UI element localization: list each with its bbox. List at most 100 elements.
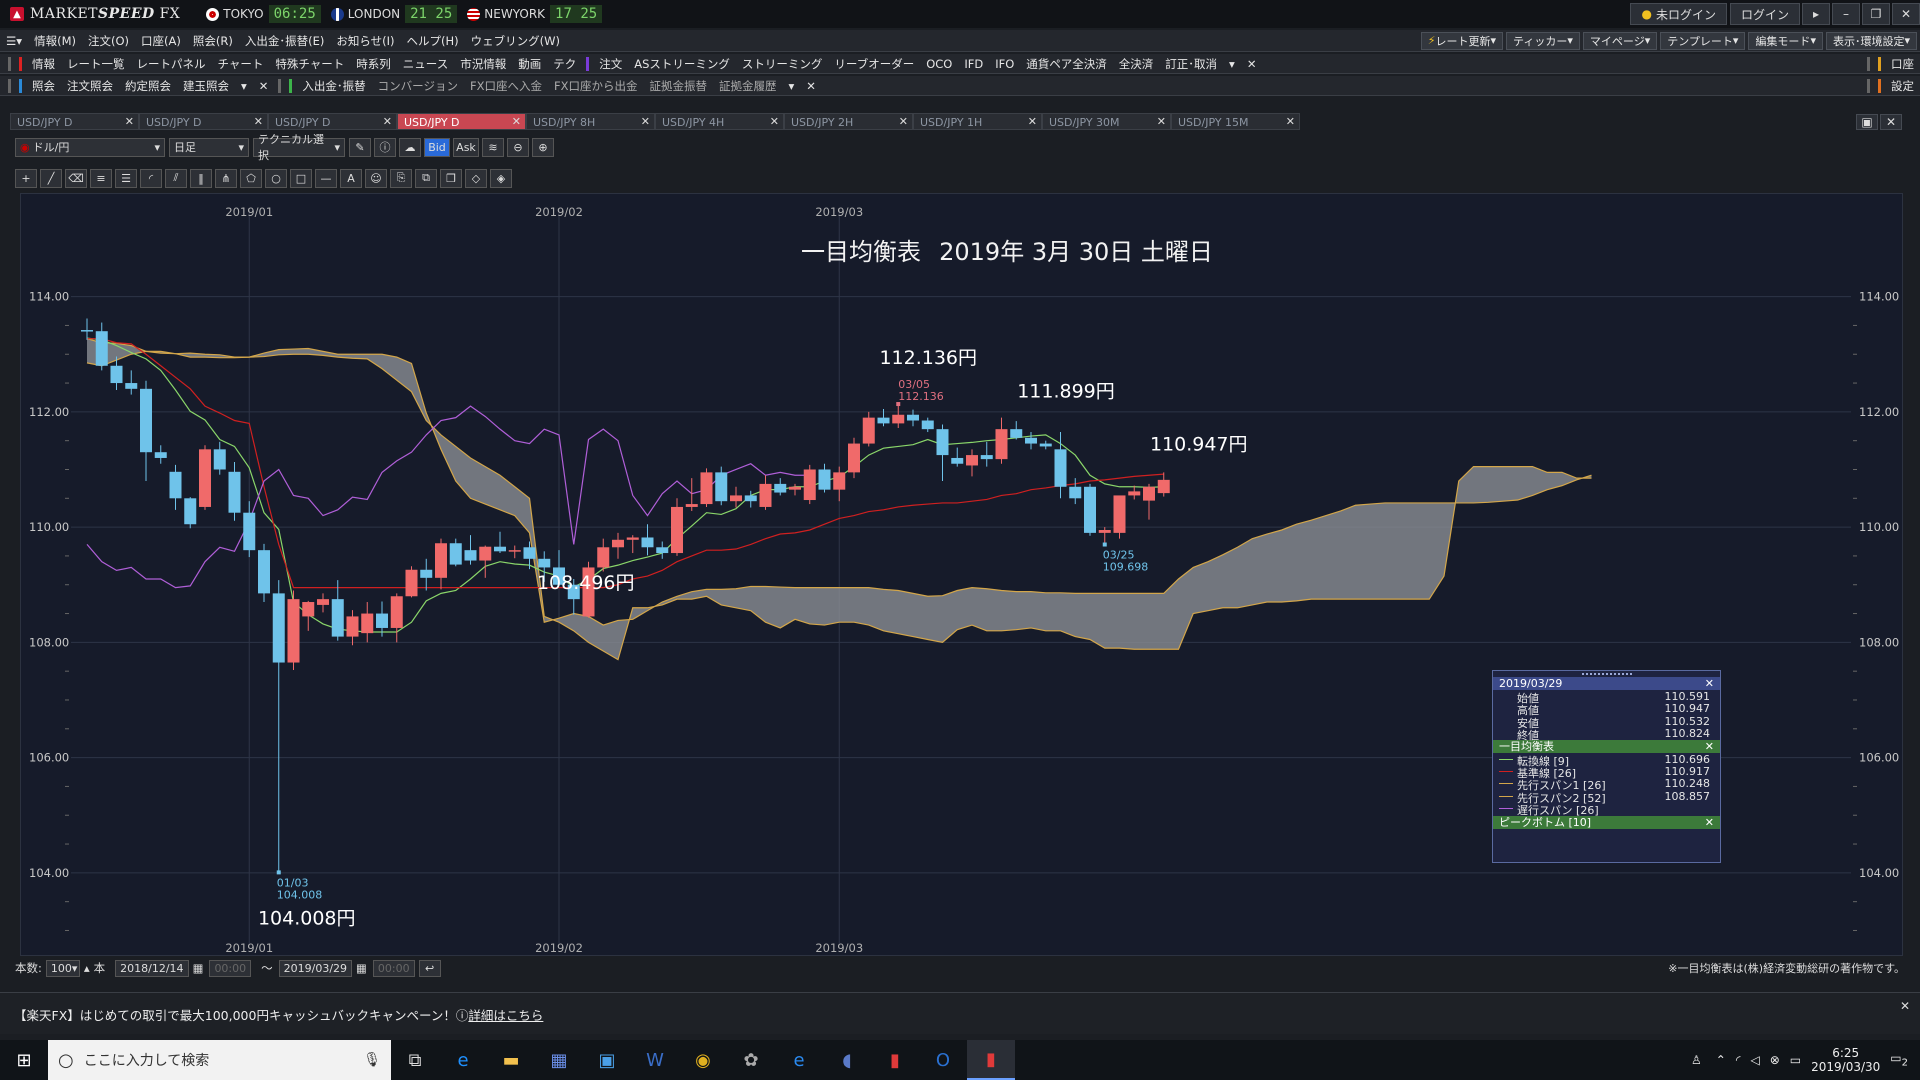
close-icon[interactable]: ✕ bbox=[512, 115, 521, 128]
to-date-field[interactable]: 2019/03/29 bbox=[278, 959, 353, 977]
copy-icon[interactable]: ⎘ bbox=[390, 168, 412, 188]
menu-deposit[interactable]: 入出金･振替(E) bbox=[239, 33, 331, 49]
expand-icon[interactable]: ▸ bbox=[1802, 3, 1830, 25]
chrome-icon[interactable]: ◉ bbox=[679, 1040, 727, 1080]
crosshair-icon[interactable]: + bbox=[15, 168, 37, 188]
restore-button[interactable]: ❐ bbox=[1862, 3, 1890, 25]
close-icon[interactable]: ✕ bbox=[1286, 115, 1295, 128]
toolbar-execution-inquiry[interactable]: 約定照会 bbox=[119, 78, 177, 94]
menu-news[interactable]: お知らせ(I) bbox=[330, 33, 400, 49]
toolbar-technical[interactable]: テク bbox=[547, 56, 582, 72]
delete-drawing-icon[interactable]: ◇ bbox=[465, 168, 487, 188]
rectangle-icon[interactable]: □ bbox=[290, 168, 312, 188]
close-icon[interactable]: ✕ bbox=[1900, 999, 1910, 1013]
toolbar-ifo[interactable]: IFO bbox=[989, 57, 1020, 71]
close-icon[interactable]: ✕ bbox=[254, 115, 263, 128]
menu-toggle-icon[interactable]: ☰▾ bbox=[0, 34, 28, 48]
from-date-field[interactable]: 2018/12/14 bbox=[115, 959, 189, 977]
toolbar-all-settle[interactable]: 全決済 bbox=[1113, 56, 1160, 72]
technical-select[interactable]: テクニカル選択 ▾ bbox=[253, 133, 345, 162]
tab-usdjpy-1h[interactable]: USD/JPY 1H ✕ bbox=[913, 113, 1042, 130]
menu-inquiry[interactable]: 照会(R) bbox=[187, 33, 239, 49]
count-select[interactable]: 100 ▾ bbox=[45, 959, 80, 977]
horizontal-lines-icon[interactable]: ≡ bbox=[90, 168, 112, 188]
duplicate-icon[interactable]: ❒ bbox=[440, 168, 462, 188]
tab-usdjpy-30m[interactable]: USD/JPY 30M ✕ bbox=[1042, 113, 1171, 130]
rate-update-button[interactable]: ⚡ レート更新 ▾ bbox=[1420, 31, 1504, 50]
toolbar-fx-deposit[interactable]: FX口座へ入金 bbox=[464, 78, 548, 94]
close-icon[interactable]: ✕ bbox=[1705, 677, 1714, 690]
close-icon[interactable]: ✕ bbox=[770, 115, 779, 128]
toolbar-conversion[interactable]: コンバージョン bbox=[372, 78, 464, 94]
close-icon[interactable]: ✕ bbox=[125, 115, 134, 128]
pen-icon[interactable]: ✎ bbox=[349, 137, 371, 157]
toolbar-close-icon[interactable]: ✕ bbox=[253, 79, 275, 93]
count-up-icon[interactable]: ▴ bbox=[84, 961, 90, 975]
menu-order[interactable]: 注文(O) bbox=[82, 33, 135, 49]
toolbar-fx-withdraw[interactable]: FX口座から出金 bbox=[548, 78, 644, 94]
zoom-in-icon[interactable]: ⊕ bbox=[532, 137, 554, 157]
template-button[interactable]: テンプレート ▾ bbox=[1660, 31, 1746, 50]
close-icon[interactable]: ✕ bbox=[1705, 816, 1714, 829]
fan-lines-icon[interactable]: ⫽ bbox=[165, 168, 187, 188]
calendar-icon[interactable]: ▦ bbox=[193, 961, 204, 975]
keyboard-icon[interactable]: ▭ bbox=[1790, 1053, 1801, 1067]
tab-usdjpy-d-active[interactable]: USD/JPY D ✕ bbox=[397, 113, 526, 130]
circle-icon[interactable]: ○ bbox=[265, 168, 287, 188]
toolbar-chart[interactable]: チャート bbox=[212, 56, 270, 72]
toolbar-dropdown-icon[interactable]: ▾ bbox=[782, 79, 800, 93]
close-icon[interactable]: ✕ bbox=[641, 115, 650, 128]
info-icon[interactable]: ⓘ bbox=[374, 137, 396, 157]
tab-usdjpy-d-1[interactable]: USD/JPY D ✕ bbox=[10, 113, 139, 130]
eraser-icon[interactable]: ⌫ bbox=[65, 168, 87, 188]
tab-usdjpy-d-2[interactable]: USD/JPY D ✕ bbox=[139, 113, 268, 130]
horizontal-line-icon[interactable]: — bbox=[315, 168, 337, 188]
volume-icon[interactable]: ◁ bbox=[1750, 1053, 1759, 1067]
close-icon[interactable]: ✕ bbox=[383, 115, 392, 128]
to-time-field[interactable]: 00:00 bbox=[372, 959, 415, 977]
close-icon[interactable]: ✕ bbox=[1157, 115, 1166, 128]
close-button[interactable]: ✕ bbox=[1892, 3, 1920, 25]
toolbar-time-series[interactable]: 時系列 bbox=[350, 56, 397, 72]
calculator-icon[interactable]: ▦ bbox=[535, 1040, 583, 1080]
delete-all-icon[interactable]: ◈ bbox=[490, 168, 512, 188]
toolbar-as-streaming[interactable]: ASストリーミング bbox=[628, 56, 736, 72]
mypage-button[interactable]: マイページ ▾ bbox=[1582, 31, 1658, 50]
tray-chevron-icon[interactable]: ⌃ bbox=[1716, 1053, 1726, 1067]
channel-icon[interactable]: ☰ bbox=[115, 168, 137, 188]
cloud-icon[interactable]: ☁ bbox=[399, 137, 421, 157]
toolbar-ifd[interactable]: IFD bbox=[958, 57, 989, 71]
calendar-icon[interactable]: ▦ bbox=[356, 961, 367, 975]
toolbar-close-icon[interactable]: ✕ bbox=[1241, 57, 1263, 71]
marketspeed-icon[interactable]: ▮ bbox=[871, 1040, 919, 1080]
menu-account[interactable]: 口座(A) bbox=[135, 33, 187, 49]
period-select[interactable]: 日足 ▾ bbox=[169, 137, 249, 157]
toolbar-close-icon[interactable]: ✕ bbox=[800, 79, 822, 93]
toolbar-position-inquiry[interactable]: 建玉照会 bbox=[177, 78, 235, 94]
tab-usdjpy-15m[interactable]: USD/JPY 15M ✕ bbox=[1171, 113, 1300, 130]
app2-icon[interactable]: ◖ bbox=[823, 1040, 871, 1080]
ask-button[interactable]: Ask bbox=[453, 137, 479, 157]
tab-usdjpy-8h[interactable]: USD/JPY 8H ✕ bbox=[526, 113, 655, 130]
text-icon[interactable]: A bbox=[340, 168, 362, 188]
notification-icon[interactable]: ▭2 bbox=[1890, 1051, 1908, 1068]
icon-tool-icon[interactable]: ☺ bbox=[365, 168, 387, 188]
minimize-button[interactable]: – bbox=[1832, 3, 1860, 25]
edge-icon[interactable]: e bbox=[775, 1040, 823, 1080]
fibonacci-fan-icon[interactable]: ◜ bbox=[140, 168, 162, 188]
toolbar-oco[interactable]: OCO bbox=[920, 57, 958, 71]
bid-button[interactable]: Bid bbox=[424, 137, 450, 157]
outlook-icon[interactable]: O bbox=[919, 1040, 967, 1080]
close-icon[interactable]: ✕ bbox=[899, 115, 908, 128]
toolbar-streaming[interactable]: ストリーミング bbox=[736, 56, 829, 72]
marketspeed-fx-icon[interactable]: ▮ bbox=[967, 1040, 1015, 1080]
toolbar-dropdown-icon[interactable]: ▾ bbox=[235, 79, 253, 93]
wave-icon[interactable]: ≋ bbox=[482, 137, 504, 157]
vertical-lines-icon[interactable]: ‖ bbox=[190, 168, 212, 188]
tab-usdjpy-4h[interactable]: USD/JPY 4H ✕ bbox=[655, 113, 784, 130]
app-icon[interactable]: ✿ bbox=[727, 1040, 775, 1080]
account-section-label[interactable]: 口座 bbox=[1885, 56, 1920, 72]
banner-link[interactable]: 詳細はこちら bbox=[468, 1008, 543, 1023]
toolbar-news[interactable]: ニュース bbox=[397, 56, 454, 72]
edit-mode-button[interactable]: 編集モード ▾ bbox=[1748, 31, 1823, 50]
